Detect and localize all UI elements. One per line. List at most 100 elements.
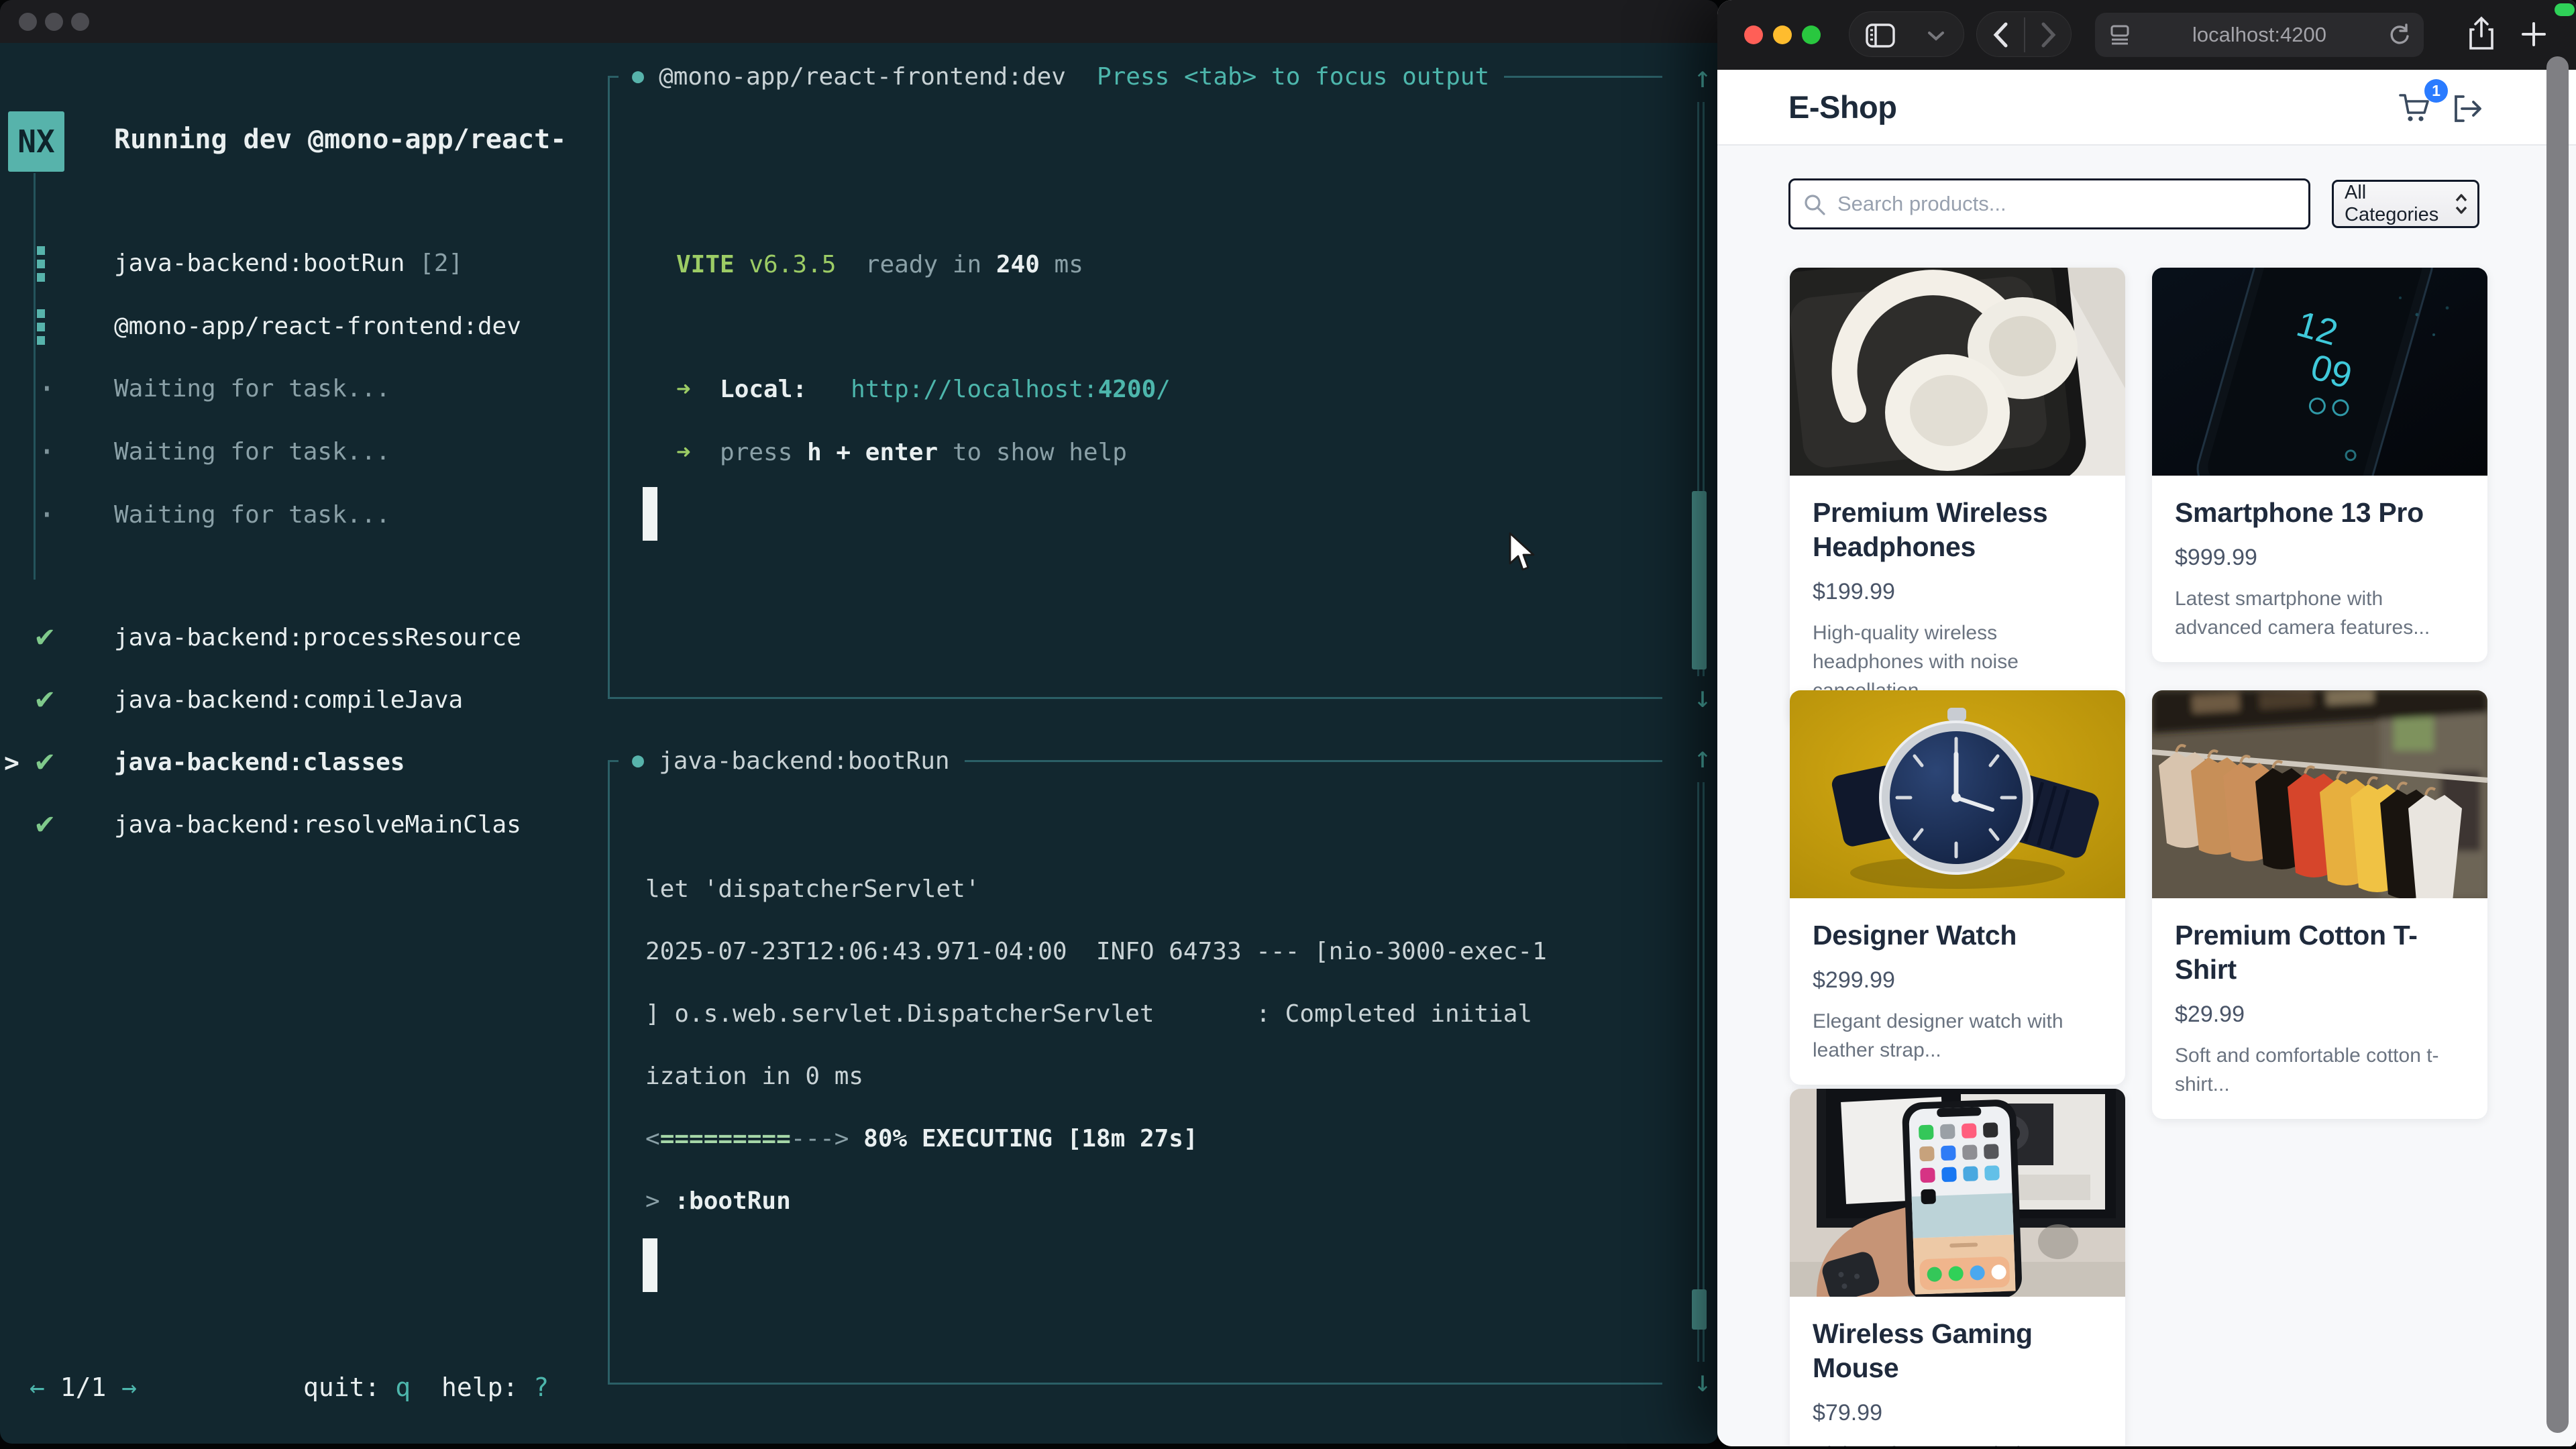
terminal-cursor [643,1238,657,1292]
zoom-button[interactable] [1802,25,1821,44]
product-image-tshirts [2152,690,2487,898]
mouse-cursor [1508,531,1539,573]
task-row[interactable]: java-backend:processResource [114,622,521,654]
product-name: Designer Watch [1813,918,2102,953]
vite-version: v6.3.5 [735,251,837,278]
scrollbar-track[interactable] [1703,782,1705,1362]
next-page-icon[interactable]: → [121,1373,137,1402]
page-settings-icon[interactable] [2110,23,2130,46]
address-bar[interactable]: localhost:4200 [2095,13,2424,57]
url-text[interactable]: localhost:4200 [2130,23,2389,47]
zoom-button[interactable] [71,13,89,31]
pending-dot-icon: · [38,496,56,533]
check-icon: ✔ [34,622,56,654]
log-line: let 'dispatcherServlet' [645,873,980,906]
product-card[interactable]: Premium Cotton T-Shirt $29.99 Soft and c… [2152,690,2487,1119]
search-input[interactable] [1788,178,2310,229]
product-price: $29.99 [2175,1002,2465,1028]
task-count: [2] [405,250,463,277]
task-row[interactable]: @mono-app/react-frontend:dev [114,311,521,343]
nx-logo: NX [8,111,64,172]
pane-rule [1504,76,1662,78]
product-price: $999.99 [2175,545,2465,571]
pager-control[interactable]: ← 1/1 → [30,1371,137,1403]
scrollbar-thumb[interactable] [1692,491,1707,669]
arrow-icon: ➜ [676,439,691,466]
product-card[interactable]: Premium Wireless Headphones $199.99 High… [1790,268,2125,725]
page-scrollbar-thumb[interactable] [2546,56,2569,1433]
arrow-icon: ➜ [676,376,691,403]
ready-label: ready in [836,251,996,278]
ready-unit: ms [1040,251,1083,278]
product-description: Elegant designer watch with leather stra… [1813,1007,2102,1065]
forward-icon[interactable] [2040,21,2057,48]
product-image-phone-in-hand [1790,1089,2125,1297]
share-icon[interactable] [2469,16,2494,51]
frontend-pane-header[interactable]: ● @mono-app/react-frontend:dev Press <ta… [608,60,1662,93]
logout-icon[interactable] [2453,94,2485,123]
gradle-task-name: :bootRun [674,1187,790,1215]
safari-window: localhost:4200 E-Shop 1 [1717,0,2576,1446]
search-box [1788,178,2310,229]
product-image-headphones [1790,268,2125,476]
gradle-progress-line: <=========---> 80% EXECUTING [18m 27s] [645,1123,1198,1155]
log-line: ] o.s.web.servlet.DispatcherServlet : Co… [645,998,1532,1030]
task-spinner [37,246,45,286]
task-row[interactable]: java-backend:bootRun [2] [114,248,463,280]
product-description: High-performance wireless gaming mouse..… [1813,1440,2102,1446]
pending-dot-icon: · [38,370,56,407]
prev-page-icon[interactable]: ← [30,1373,45,1402]
product-card[interactable]: 12 09 Smartphone 13 Pro $999.99 Latest s… [2152,268,2487,662]
task-row[interactable]: Waiting for task... [114,499,390,531]
task-row[interactable]: Waiting for task... [114,436,390,468]
task-row[interactable]: java-backend:resolveMainClas [114,809,521,841]
product-card[interactable]: Wireless Gaming Mouse $79.99 High-perfor… [1790,1089,2125,1446]
vite-brand: VITE [676,251,735,278]
minimize-button[interactable] [45,13,63,31]
terminal-cursor [643,487,657,541]
task-row[interactable]: java-backend:compileJava [114,684,463,716]
nav-divider [2024,17,2025,52]
local-label: Local: [691,376,807,403]
product-name: Wireless Gaming Mouse [1813,1317,2102,1385]
focus-output-hint: Press <tab> to focus output [1097,63,1489,91]
reload-icon[interactable] [2389,23,2410,46]
minimize-button[interactable] [1773,25,1792,44]
new-tab-icon[interactable] [2520,20,2548,48]
search-icon [1803,193,1826,216]
quit-key: q [395,1373,411,1402]
product-card[interactable]: Designer Watch $299.99 Elegant designer … [1790,690,2125,1085]
check-icon: ✔ [34,809,56,841]
backend-pane-header[interactable]: ● java-backend:bootRun [608,745,1662,777]
close-button[interactable] [19,13,37,31]
vite-ready-line: VITE v6.3.5 ready in 240 ms [676,249,1083,281]
help-hint-line: ➜ press h + enter to show help [676,437,1127,469]
log-line: ization in 0 ms [645,1061,863,1093]
task-row[interactable]: Waiting for task... [114,373,390,405]
scrollbar-track[interactable] [1697,782,1699,1362]
nav-button-group [1976,11,2072,57]
product-name: Premium Cotton T-Shirt [2175,918,2465,987]
task-row-selected[interactable]: java-backend:classes [114,747,405,779]
pane-corner-tick [608,76,619,78]
keyboard-hints: quit: q help: ? [303,1371,549,1403]
product-image-smartphone: 12 09 [2152,268,2487,476]
local-url[interactable]: http://localhost:4200/ [851,376,1171,403]
pane-bullet-icon: ● [632,60,644,93]
pane-title: @mono-app/react-frontend:dev [659,63,1066,91]
chevron-down-icon[interactable] [1927,31,1945,41]
close-button[interactable] [1744,25,1763,44]
scrollbar-thumb[interactable] [1692,1289,1707,1330]
sidebar-icon[interactable] [1866,23,1895,48]
category-select[interactable]: All Categories [2332,180,2479,228]
back-icon[interactable] [1992,21,2009,48]
terminal-titlebar[interactable] [0,0,1719,43]
help-keys: h + enter [807,439,938,466]
pending-dot-icon: · [38,433,56,470]
ready-ms: 240 [996,251,1040,278]
cart-count-badge: 1 [2424,79,2448,103]
product-name: Smartphone 13 Pro [2175,496,2465,530]
brand-title[interactable]: E-Shop [1788,89,1896,125]
task-label: java-backend:bootRun [114,250,405,277]
log-line: 2025-07-23T12:06:43.971-04:00 INFO 64733… [645,936,1547,968]
